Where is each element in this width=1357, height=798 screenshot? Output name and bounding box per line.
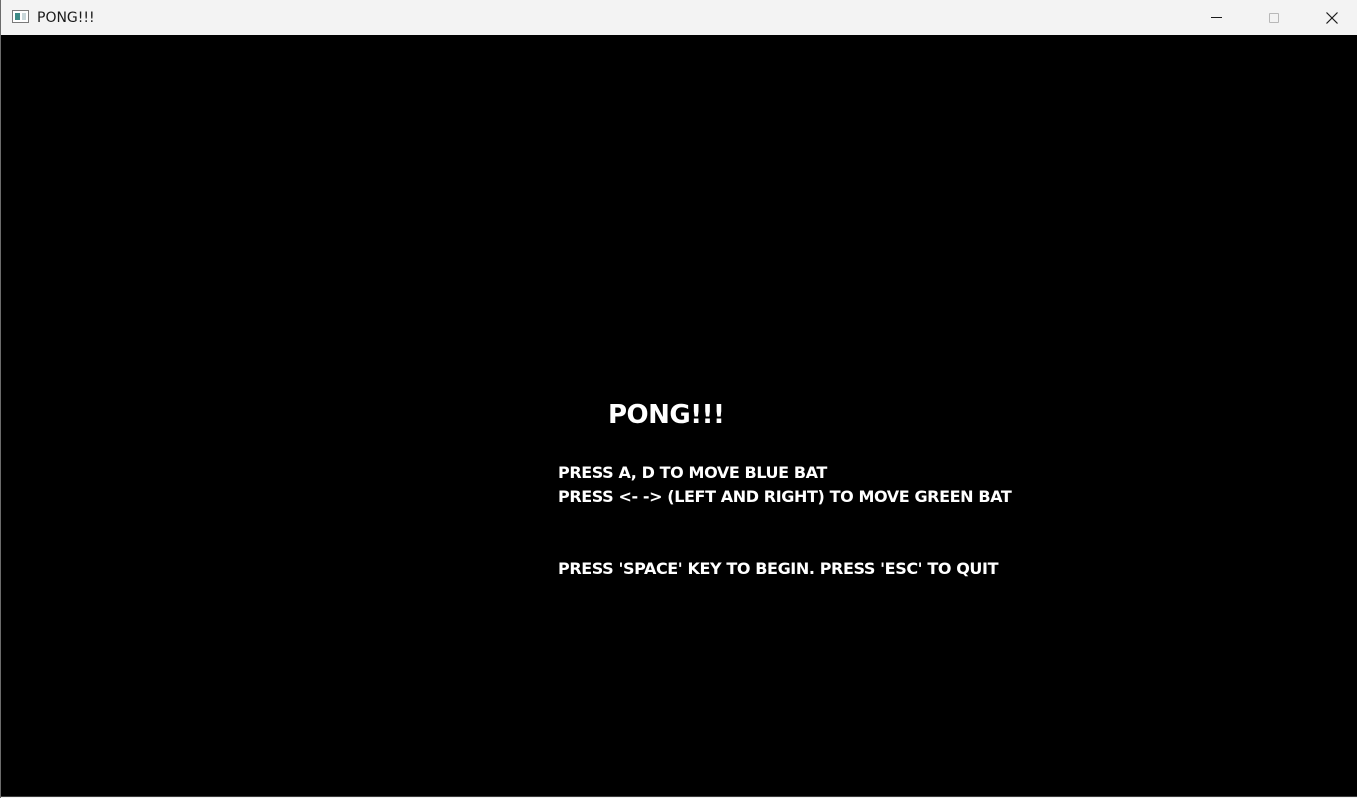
maximize-icon bbox=[1269, 12, 1279, 23]
instruction-blue-bat: PRESS A, D TO MOVE BLUE BAT bbox=[558, 463, 827, 482]
title-bar[interactable]: PONG!!! bbox=[1, 0, 1357, 35]
app-window-icon[interactable] bbox=[12, 10, 29, 23]
maximize-button[interactable] bbox=[1245, 0, 1303, 35]
instruction-green-bat: PRESS <- -> (LEFT AND RIGHT) TO MOVE GRE… bbox=[558, 487, 1012, 506]
game-title: PONG!!! bbox=[608, 400, 725, 430]
minimize-button[interactable] bbox=[1187, 0, 1245, 35]
close-icon bbox=[1326, 11, 1338, 24]
instruction-start-quit: PRESS 'SPACE' KEY TO BEGIN. PRESS 'ESC' … bbox=[558, 559, 999, 578]
game-canvas[interactable]: PONG!!! PRESS A, D TO MOVE BLUE BAT PRES… bbox=[1, 35, 1357, 797]
window-title: PONG!!! bbox=[37, 10, 95, 26]
app-window: PONG!!! PONG!!! PRESS A, D TO MOVE BLUE … bbox=[0, 0, 1357, 798]
close-button[interactable] bbox=[1303, 0, 1357, 35]
minimize-icon bbox=[1210, 17, 1222, 18]
